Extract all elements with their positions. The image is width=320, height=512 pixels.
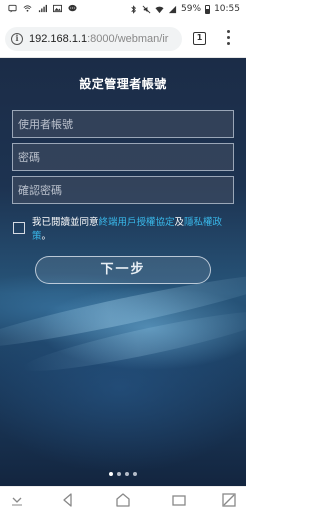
fullscreen-icon[interactable] — [220, 491, 238, 509]
browser-toolbar: i 192.168.1.1:8000/webman/ir 1 — [0, 20, 246, 58]
image-icon — [53, 4, 62, 13]
page-dot[interactable] — [109, 472, 113, 476]
page-title: 設定管理者帳號 — [79, 77, 167, 91]
bluetooth-icon — [131, 4, 136, 14]
agree-checkbox[interactable] — [13, 222, 25, 234]
back-icon[interactable] — [59, 491, 77, 509]
username-field[interactable] — [12, 110, 234, 138]
page-dot[interactable] — [133, 472, 137, 476]
agree-and: 及 — [174, 217, 185, 228]
system-nav-bar — [0, 486, 246, 512]
chevron-down-icon[interactable] — [8, 491, 26, 509]
eula-link[interactable]: 終端用戶授權協定 — [99, 217, 175, 228]
pagination-dots — [0, 472, 246, 476]
wifi-call-icon — [23, 5, 32, 12]
agreement-text: 我已閱讀並同意終端用戶授權協定及隱私權政策。 — [32, 216, 236, 244]
battery-icon — [205, 4, 211, 14]
chat-icon — [68, 4, 77, 12]
page-dot[interactable] — [125, 472, 129, 476]
url-host: 192.168.1.1 — [29, 33, 88, 45]
agree-suffix: 。 — [41, 231, 52, 242]
battery-percent: 59% — [181, 4, 202, 14]
password-field[interactable] — [12, 143, 234, 171]
home-icon[interactable] — [114, 491, 132, 509]
menu-icon[interactable] — [225, 30, 231, 48]
recent-apps-icon[interactable] — [170, 491, 188, 509]
confirm-password-field[interactable] — [12, 176, 234, 204]
url-path: :8000/webman/ir — [87, 33, 169, 45]
page-dot[interactable] — [117, 472, 121, 476]
message-icon — [8, 4, 17, 13]
cell-signal-icon — [168, 5, 177, 13]
clock: 10:55 — [214, 4, 240, 14]
next-button[interactable]: 下一步 — [35, 256, 211, 284]
mute-icon — [142, 5, 151, 13]
signal-icon — [38, 4, 47, 13]
address-bar[interactable]: i 192.168.1.1:8000/webman/ir — [5, 27, 182, 51]
url-text[interactable]: 192.168.1.1:8000/webman/ir — [29, 33, 168, 45]
info-icon[interactable]: i — [11, 33, 23, 45]
wifi-icon — [155, 6, 164, 13]
agree-prefix: 我已閱讀並同意 — [32, 217, 99, 228]
setup-page: 設定管理者帳號 我已閱讀並同意終端用戶授權協定及隱私權政策。 下一步 — [0, 58, 246, 486]
tab-switcher-button[interactable]: 1 — [193, 32, 206, 45]
status-bar: 59% 10:55 — [0, 0, 246, 20]
